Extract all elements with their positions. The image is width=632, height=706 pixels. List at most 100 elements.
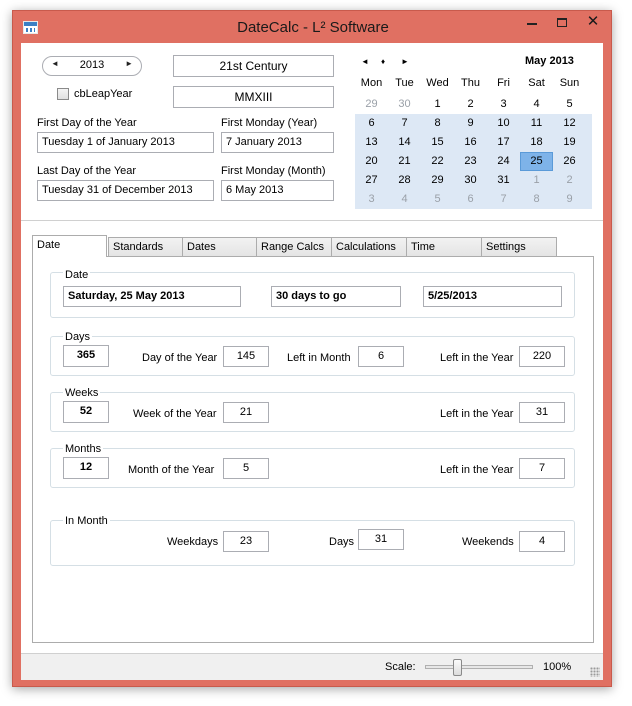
months-total-field: 12 xyxy=(63,457,109,479)
calendar-title[interactable]: May 2013 xyxy=(525,55,574,67)
left-in-month-field: 6 xyxy=(358,346,404,367)
calendar-day[interactable]: 6 xyxy=(454,190,487,209)
title-bar[interactable]: DateCalc - L² Software ✕ xyxy=(13,11,611,43)
calendar-day[interactable]: 30 xyxy=(388,95,421,114)
date-tab-panel: Date Saturday, 25 May 2013 30 days to go… xyxy=(32,256,594,643)
weekday-header: Mon xyxy=(360,77,383,89)
previous-month-icon[interactable]: ◄ xyxy=(361,57,369,66)
calendar-day[interactable]: 17 xyxy=(487,133,520,152)
week-of-year-label: Week of the Year xyxy=(133,408,217,420)
resize-grip-icon[interactable] xyxy=(590,667,600,677)
first-day-year-field: Tuesday 1 of January 2013 xyxy=(37,132,214,153)
scale-label: Scale: xyxy=(385,661,416,673)
weekdays-label: Weekdays xyxy=(167,536,219,548)
calendar-day[interactable]: 10 xyxy=(487,114,520,133)
short-date-field: 5/25/2013 xyxy=(423,286,562,307)
today-icon[interactable]: ♦ xyxy=(381,57,385,66)
weekdays-field: 23 xyxy=(223,531,269,552)
tab-range-calcs[interactable]: Range Calcs xyxy=(256,237,332,256)
month-of-year-label: Month of the Year xyxy=(128,464,215,476)
weekday-header: Thu xyxy=(461,77,480,89)
tab-date[interactable]: Date xyxy=(32,235,107,257)
calendar-day[interactable]: 3 xyxy=(487,95,520,114)
first-monday-year-field: 7 January 2013 xyxy=(221,132,334,153)
weekends-field: 4 xyxy=(519,531,565,552)
year-increment-icon[interactable]: ► xyxy=(125,59,133,68)
weekday-header: Fri xyxy=(497,77,510,89)
calendar-day[interactable]: 2 xyxy=(454,95,487,114)
tab-calculations[interactable]: Calculations xyxy=(331,237,407,256)
minimize-button[interactable] xyxy=(517,11,547,35)
calendar-day[interactable]: 19 xyxy=(553,133,586,152)
calendar-day[interactable]: 7 xyxy=(487,190,520,209)
calendar-week-row: 6 7 8 9 10 11 12 xyxy=(355,114,592,133)
left-in-month-label: Left in Month xyxy=(287,352,351,364)
last-day-year-label: Last Day of the Year xyxy=(37,165,137,177)
calendar-day[interactable]: 26 xyxy=(553,152,586,171)
close-button[interactable]: ✕ xyxy=(573,11,613,35)
calendar-day[interactable]: 11 xyxy=(520,114,553,133)
calendar-day[interactable]: 2 xyxy=(553,171,586,190)
date-group: Date Saturday, 25 May 2013 30 days to go… xyxy=(50,269,575,318)
days-left-in-year-label: Left in the Year xyxy=(440,352,514,364)
calendar-day[interactable]: 31 xyxy=(487,171,520,190)
calendar-week-row: 13 14 15 16 17 18 19 xyxy=(355,133,592,152)
maximize-icon xyxy=(557,18,567,27)
calendar-day[interactable]: 8 xyxy=(520,190,553,209)
calendar-day[interactable]: 23 xyxy=(454,152,487,171)
in-month-group: In Month Weekdays 23 Days 31 Weekends 4 xyxy=(50,515,575,566)
calendar-day[interactable]: 29 xyxy=(355,95,388,114)
tab-control: Date Standards Dates Range Calcs Calcula… xyxy=(21,222,603,652)
first-monday-month-field: 6 May 2013 xyxy=(221,180,334,201)
first-monday-month-label: First Monday (Month) xyxy=(221,165,326,177)
tab-settings[interactable]: Settings xyxy=(481,237,557,256)
calendar-day[interactable]: 24 xyxy=(487,152,520,171)
calendar-day[interactable]: 5 xyxy=(553,95,586,114)
next-month-icon[interactable]: ► xyxy=(401,57,409,66)
calendar-day[interactable]: 6 xyxy=(355,114,388,133)
calendar-day[interactable]: 28 xyxy=(388,171,421,190)
calendar-day[interactable]: 29 xyxy=(421,171,454,190)
calendar-day[interactable]: 8 xyxy=(421,114,454,133)
calendar-day[interactable]: 30 xyxy=(454,171,487,190)
weeks-left-in-year-label: Left in the Year xyxy=(440,408,514,420)
calendar-day[interactable]: 20 xyxy=(355,152,388,171)
calendar-day[interactable]: 1 xyxy=(520,171,553,190)
calendar-day[interactable]: 9 xyxy=(553,190,586,209)
calendar-day[interactable]: 22 xyxy=(421,152,454,171)
calendar-day[interactable]: 16 xyxy=(454,133,487,152)
calendar-day[interactable]: 5 xyxy=(421,190,454,209)
calendar-day[interactable]: 3 xyxy=(355,190,388,209)
in-month-days-field: 31 xyxy=(358,529,404,550)
calendar-day[interactable]: 7 xyxy=(388,114,421,133)
calendar-day[interactable]: 14 xyxy=(388,133,421,152)
calendar-day[interactable]: 4 xyxy=(520,95,553,114)
calendar-day[interactable]: 4 xyxy=(388,190,421,209)
days-group: Days 365 Day of the Year 145 Left in Mon… xyxy=(50,331,575,376)
calendar-day[interactable]: 1 xyxy=(421,95,454,114)
calendar-day[interactable]: 21 xyxy=(388,152,421,171)
century-field: 21st Century xyxy=(173,55,334,77)
leap-year-label: cbLeapYear xyxy=(74,88,133,100)
scale-slider-thumb[interactable] xyxy=(452,659,462,676)
long-date-field: Saturday, 25 May 2013 xyxy=(63,286,241,307)
calendar-day[interactable]: 13 xyxy=(355,133,388,152)
calendar-day[interactable]: 25 xyxy=(520,152,553,171)
day-of-year-field: 145 xyxy=(223,346,269,367)
calendar-day[interactable]: 18 xyxy=(520,133,553,152)
tab-time[interactable]: Time xyxy=(406,237,482,256)
calendar-day[interactable]: 15 xyxy=(421,133,454,152)
leap-year-checkbox[interactable] xyxy=(57,88,69,100)
month-calendar[interactable]: ◄ ♦ ► May 2013 Mon Tue Wed Thu Fri Sat Sun 29 3… xyxy=(355,55,601,221)
client-area: ◄ 2013 ► cbLeapYear 21st Century MMXIII … xyxy=(21,43,603,680)
calendar-day[interactable]: 12 xyxy=(553,114,586,133)
tab-standards[interactable]: Standards xyxy=(108,237,183,256)
weekday-header: Tue xyxy=(395,77,414,89)
tab-dates[interactable]: Dates xyxy=(182,237,258,256)
calendar-week-row: 29 30 1 2 3 4 5 xyxy=(355,95,592,114)
months-left-in-year-field: 7 xyxy=(519,458,565,479)
scale-slider[interactable] xyxy=(425,665,533,669)
year-spinner[interactable]: ◄ 2013 ► xyxy=(42,56,142,76)
calendar-day[interactable]: 9 xyxy=(454,114,487,133)
calendar-day[interactable]: 27 xyxy=(355,171,388,190)
